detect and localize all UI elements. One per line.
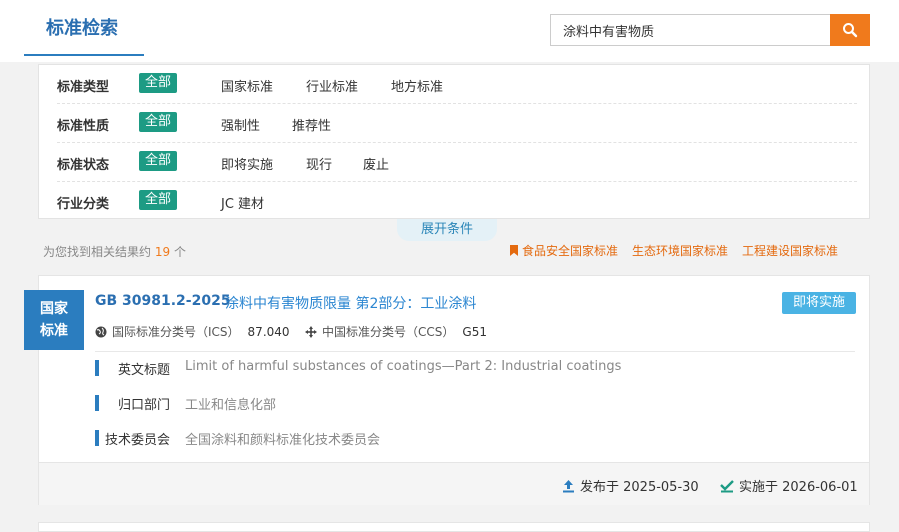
detail-marker [95, 395, 99, 411]
filter-option-jc[interactable]: JC 建材 [221, 193, 264, 212]
link-engineering[interactable]: 工程建设国家标准 [742, 244, 838, 258]
ics-classification: 国际标准分类号（ICS） 87.040 [95, 323, 290, 340]
badge-line2: 标准 [40, 323, 68, 339]
badge-line1: 国家 [40, 301, 68, 317]
bookmark-icon [510, 245, 518, 256]
link-food-safety[interactable]: 食品安全国家标准 [522, 244, 618, 258]
filter-row-status: 标准状态 全部 即将实施 现行 废止 [57, 143, 857, 182]
header-bar: 标准检索 [0, 0, 899, 62]
detail-key: 英文标题 [118, 363, 171, 378]
filter-option-recommended[interactable]: 推荐性 [292, 115, 331, 134]
detail-value: 工业和信息化部 [185, 398, 277, 413]
upload-icon [563, 480, 574, 493]
filter-option-national[interactable]: 国家标准 [221, 76, 273, 95]
detail-row-committee: 技术委员会 全国涂料和颜料标准化技术委员会 [95, 427, 855, 449]
std-category-links: 食品安全国家标准 生态环境国家标准 工程建设国家标准 [510, 242, 852, 259]
national-standard-badge: 国家 标准 [24, 290, 84, 350]
expand-conditions-button[interactable]: 展开条件 [397, 219, 497, 241]
globe-icon [95, 326, 107, 338]
filter-label: 标准状态 [57, 158, 110, 173]
detail-value: 全国涂料和颜料标准化技术委员会 [185, 433, 381, 448]
move-icon [305, 326, 317, 338]
search-button[interactable] [830, 14, 870, 46]
result-count: 19 [154, 245, 171, 259]
ccs-code: G51 [462, 325, 487, 339]
publish-date: 发布于 2025-05-30 [562, 476, 699, 495]
filter-row-category: 行业分类 全部 JC 建材 [57, 182, 857, 220]
filter-option-upcoming[interactable]: 即将实施 [221, 154, 273, 173]
ics-code: 87.040 [247, 325, 290, 339]
search-box[interactable] [550, 14, 831, 46]
detail-marker [95, 360, 99, 376]
detail-key: 归口部门 [118, 398, 171, 413]
filter-option-current[interactable]: 现行 [306, 154, 332, 173]
result-summary: 为您找到相关结果约 19 个 [43, 243, 186, 260]
link-eco-environment[interactable]: 生态环境国家标准 [632, 244, 728, 258]
summary-prefix: 为您找到相关结果约 [43, 245, 152, 259]
filter-row-type: 标准类型 全部 国家标准 行业标准 地方标准 [57, 65, 857, 104]
filter-all-chip[interactable]: 全部 [139, 151, 178, 171]
filter-option-local[interactable]: 地方标准 [391, 76, 443, 95]
implement-date: 实施于 2026-06-01 [720, 476, 858, 495]
detail-value: Limit of harmful substances of coatings—… [185, 359, 622, 374]
standard-title-link[interactable]: 涂料中有害物质限量 第2部分：工业涂料 [225, 293, 476, 313]
publish-date-text: 发布于 2025-05-30 [580, 480, 699, 495]
status-badge: 即将实施 [782, 292, 856, 314]
detail-key: 技术委员会 [105, 433, 171, 448]
filter-option-industry[interactable]: 行业标准 [306, 76, 358, 95]
page-title: 标准检索 [46, 18, 118, 39]
search-icon [843, 23, 858, 38]
filter-row-nature: 标准性质 全部 强制性 推荐性 [57, 104, 857, 143]
ccs-classification: 中国标准分类号（CCS） G51 [305, 323, 487, 340]
check-icon [720, 480, 734, 493]
page: 标准检索 标准类型 全部 国家标准 行业标准 地方标准 标准性质 全部 强制性 … [0, 0, 899, 532]
filter-all-chip[interactable]: 全部 [139, 112, 178, 132]
filter-label: 行业分类 [57, 197, 110, 212]
filter-option-abolished[interactable]: 废止 [363, 154, 389, 173]
tab-standard-search[interactable]: 标准检索 [24, 0, 144, 56]
implement-date-text: 实施于 2026-06-01 [739, 480, 858, 495]
filter-all-chip[interactable]: 全部 [139, 190, 178, 210]
detail-row-department: 归口部门 工业和信息化部 [95, 392, 855, 414]
next-result-card [38, 522, 870, 532]
filter-label: 标准性质 [57, 119, 110, 134]
filter-label: 标准类型 [57, 80, 110, 95]
summary-suffix: 个 [173, 245, 186, 259]
standard-number-link[interactable]: GB 30981.2-2025 [95, 293, 231, 309]
detail-marker [95, 430, 99, 446]
filter-panel: 标准类型 全部 国家标准 行业标准 地方标准 标准性质 全部 强制性 推荐性 标… [38, 64, 870, 219]
ccs-label: 中国标准分类号（CCS） [322, 325, 455, 339]
divider [95, 351, 855, 352]
ics-label: 国际标准分类号（ICS） [112, 325, 240, 339]
filter-option-mandatory[interactable]: 强制性 [221, 115, 260, 134]
detail-row-english-title: 英文标题 Limit of harmful substances of coat… [95, 357, 855, 379]
filter-all-chip[interactable]: 全部 [139, 73, 178, 93]
search-input[interactable] [551, 15, 828, 45]
